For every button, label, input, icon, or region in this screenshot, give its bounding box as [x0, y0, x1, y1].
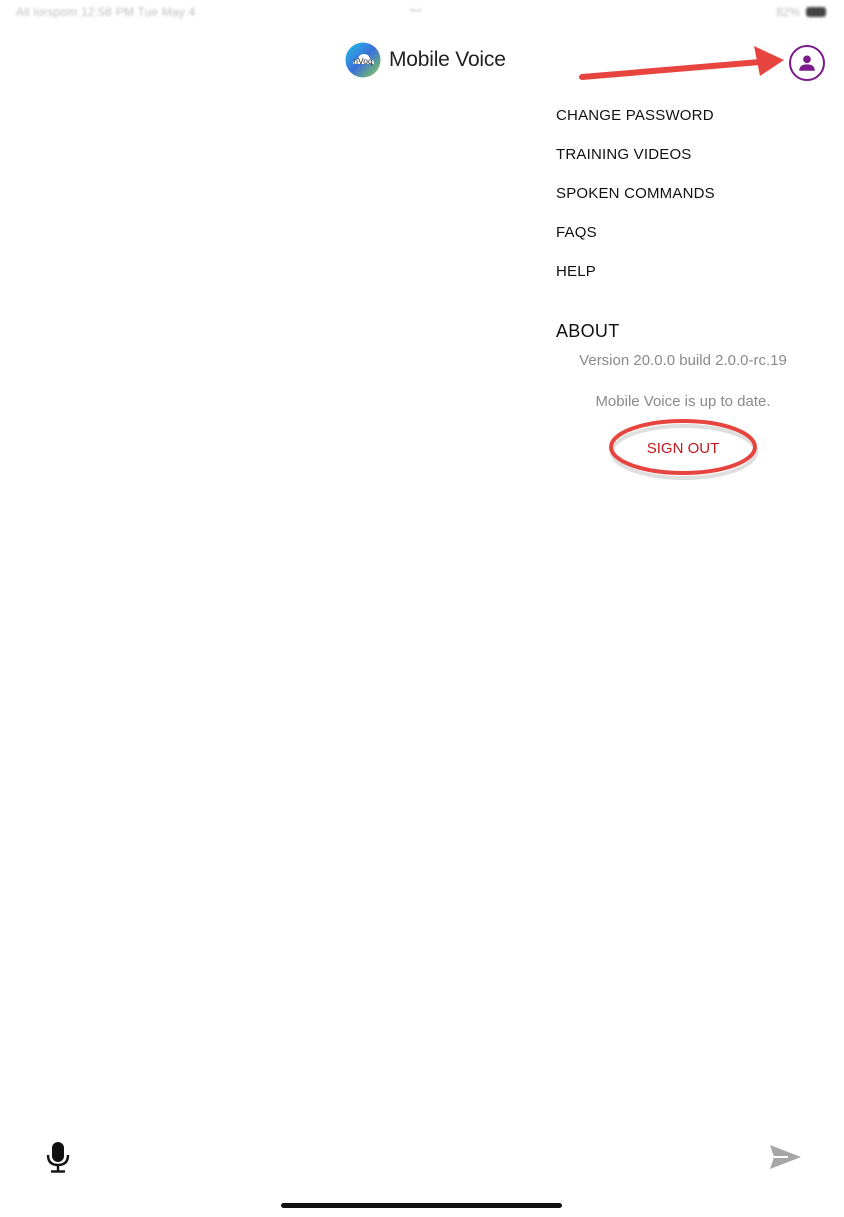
battery-percent: 82% [775, 5, 800, 19]
status-left-text: All lorspom 12:58 PM Tue May 4 [16, 5, 196, 19]
app-logo-icon: nVoq [345, 42, 381, 78]
sign-out-button[interactable]: SIGN OUT [608, 440, 758, 457]
status-center-text: ••• [410, 5, 422, 17]
status-right: 82% [776, 5, 826, 19]
account-button[interactable] [789, 45, 825, 81]
update-status-text: Mobile Voice is up to date. [595, 393, 771, 410]
send-icon[interactable] [768, 1143, 802, 1171]
status-bar: All lorspom 12:58 PM Tue May 4 ••• 82% [0, 0, 844, 26]
annotation-arrow [579, 46, 784, 80]
app-screen: All lorspom 12:58 PM Tue May 4 ••• 82% n… [0, 0, 844, 1217]
menu-item-change-password[interactable]: CHANGE PASSWORD [556, 106, 826, 145]
home-indicator[interactable] [281, 1203, 562, 1208]
battery-icon [806, 7, 826, 17]
microphone-icon[interactable] [44, 1140, 72, 1174]
user-circle-icon [799, 55, 815, 71]
version-text: Version 20.0.0 build 2.0.0-rc.19 [579, 352, 787, 369]
sign-out-area: SIGN OUT [608, 418, 758, 480]
app-title: Mobile Voice [389, 48, 506, 71]
menu-item-faqs[interactable]: FAQS [556, 223, 826, 262]
logo-text: nVoq [353, 56, 373, 66]
menu-item-help[interactable]: HELP [556, 262, 826, 301]
account-menu: CHANGE PASSWORD TRAINING VIDEOS SPOKEN C… [556, 106, 826, 301]
about-heading: ABOUT [556, 321, 620, 341]
menu-item-spoken-commands[interactable]: SPOKEN COMMANDS [556, 184, 826, 223]
menu-item-training-videos[interactable]: TRAINING VIDEOS [556, 145, 826, 184]
